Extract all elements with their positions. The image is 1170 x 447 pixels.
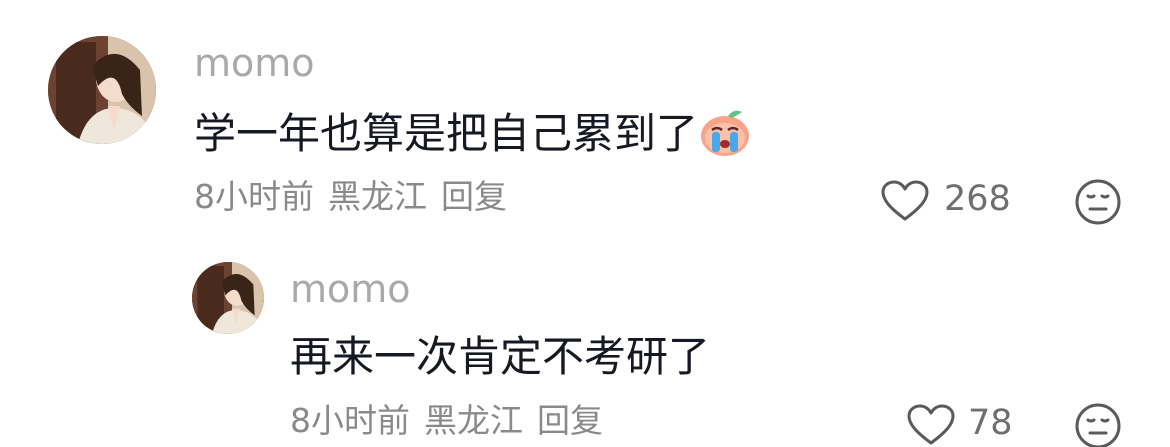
comment-location: 黑龙江 <box>328 177 427 216</box>
comment-location: 黑龙江 <box>424 401 523 440</box>
reply-button[interactable]: 回复 <box>441 180 507 213</box>
crying-face-emoji <box>698 108 752 165</box>
comment-text: 再来一次肯定不考研了 <box>290 332 711 381</box>
avatar[interactable] <box>48 36 156 144</box>
comment-username[interactable]: momo <box>290 270 411 308</box>
reply-button[interactable]: 回复 <box>537 404 603 437</box>
comment-meta: 8小时前 黑龙江 回复 <box>194 180 507 213</box>
avatar[interactable] <box>192 262 264 334</box>
heart-outline-icon[interactable] <box>906 404 956 446</box>
meh-face-icon[interactable] <box>1074 178 1122 226</box>
comment-time: 8小时前 <box>290 401 410 440</box>
comment-username[interactable]: momo <box>194 44 315 82</box>
like-count: 268 <box>944 179 1011 219</box>
comment-text-content: 学一年也算是把自己累到了 <box>194 109 699 158</box>
comment-time: 8小时前 <box>194 177 314 216</box>
comment-text: 学一年也算是把自己累到了 <box>194 108 752 165</box>
avatar-image <box>48 36 156 144</box>
meh-face-icon[interactable] <box>1074 402 1122 447</box>
comment-meta: 8小时前 黑龙江 回复 <box>290 404 603 437</box>
avatar-image <box>192 262 264 334</box>
like-count: 78 <box>968 403 1013 443</box>
heart-outline-icon[interactable] <box>880 180 930 222</box>
